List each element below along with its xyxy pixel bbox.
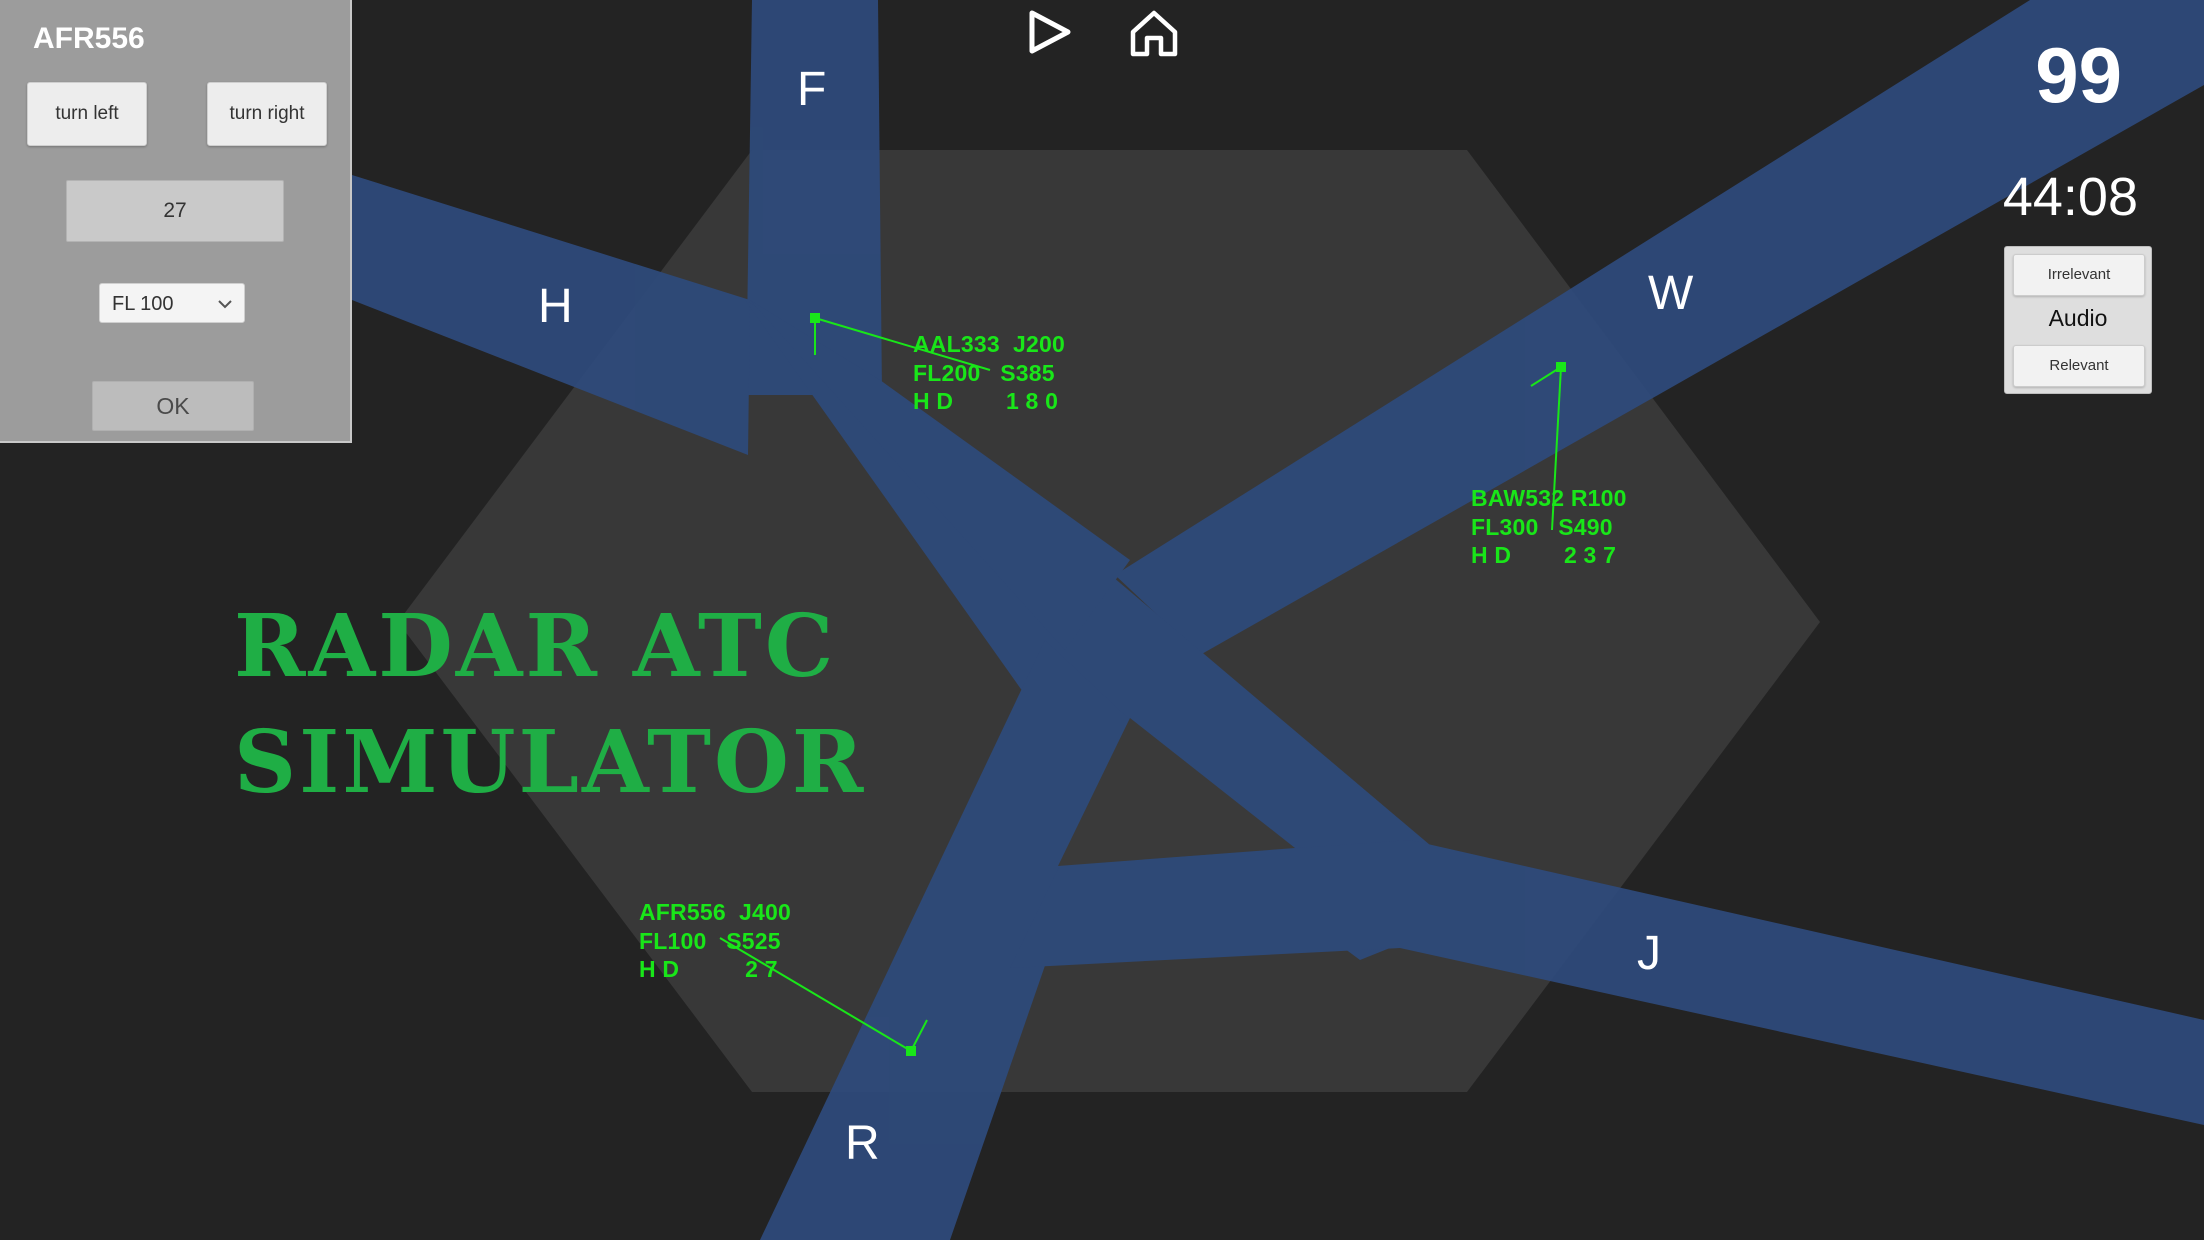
tag-heading-label: H D (1471, 542, 1512, 568)
fix-label-h: H (538, 280, 573, 333)
irrelevant-button[interactable]: Irrelevant (2013, 254, 2145, 296)
tag-heading: 2 7 (745, 956, 778, 982)
tag-flight-level: FL200 (913, 359, 981, 386)
tag-callsign: AAL333 (913, 331, 1000, 357)
play-icon[interactable] (1026, 8, 1074, 56)
tag-heading-label: H D (913, 388, 954, 414)
fix-label-w: W (1648, 267, 1694, 320)
game-title-line-2: SIMULATOR (234, 712, 867, 813)
tag-speed: S490 (1558, 513, 1613, 540)
tag-route: R100 (1570, 485, 1627, 511)
tag-heading-label: H D (639, 956, 680, 982)
aircraft-tag-baw532[interactable]: BAW532 R100 FL300 S490 H D 2 3 7 (1471, 484, 1627, 570)
score-counter: 99 (2035, 31, 2122, 119)
tag-callsign: BAW532 (1471, 485, 1565, 511)
ok-button[interactable]: OK (92, 381, 254, 431)
game-clock: 44:08 (2002, 167, 2138, 227)
tag-flight-level: FL100 (639, 927, 707, 954)
tag-flight-level: FL300 (1471, 513, 1539, 540)
tag-heading: 2 3 7 (1563, 542, 1617, 568)
aircraft-command-panel: AFR556 turn left turn right 27 FL 100 OK (0, 0, 352, 443)
aircraft-tag-afr556[interactable]: AFR556 J400 FL100 S525 H D 2 7 (639, 898, 791, 984)
turn-left-button[interactable]: turn left (27, 82, 147, 146)
fix-label-f: F (797, 63, 827, 116)
game-title-line-1: RADAR ATC (234, 596, 837, 697)
tag-route: J200 (1013, 331, 1065, 357)
relevant-button[interactable]: Relevant (2013, 345, 2145, 387)
fix-label-j: J (1637, 927, 1661, 980)
fix-label-r: R (845, 1117, 880, 1170)
panel-callsign: AFR556 (33, 22, 145, 55)
audio-rating-panel: Irrelevant Audio Relevant (2004, 246, 2152, 394)
flight-level-selected: FL 100 (112, 293, 174, 315)
tag-heading: 1 8 0 (1005, 388, 1059, 414)
tag-speed: S385 (1000, 359, 1055, 386)
chevron-down-icon (218, 300, 232, 309)
turn-right-button[interactable]: turn right (207, 82, 327, 146)
audio-label: Audio (2048, 305, 2108, 331)
heading-input[interactable]: 27 (66, 180, 284, 242)
tag-speed: S525 (726, 927, 781, 954)
aircraft-tag-aal333[interactable]: AAL333 J200 FL200 S385 H D 1 8 0 (913, 330, 1065, 416)
tag-callsign: AFR556 (639, 899, 726, 925)
flight-level-dropdown[interactable]: FL 100 (99, 283, 245, 323)
tag-route: J400 (739, 899, 791, 925)
home-icon[interactable] (1128, 8, 1180, 58)
